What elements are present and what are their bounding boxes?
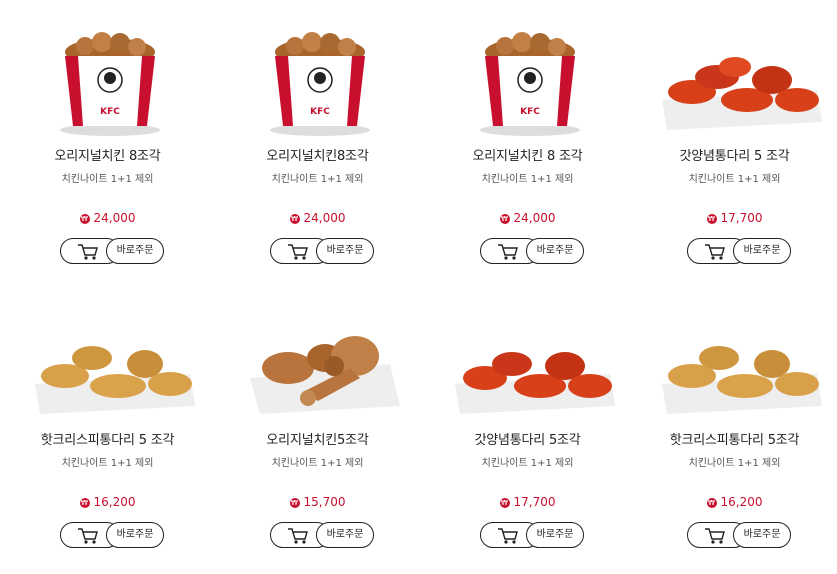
cart-icon	[78, 528, 98, 544]
order-now-button[interactable]: 바로주문	[316, 522, 374, 548]
product-note: 치킨나이트 1+1 제외	[481, 174, 574, 185]
product-price: ₩16,200	[79, 495, 136, 509]
order-now-button[interactable]: 바로주문	[106, 522, 164, 548]
product-name: 오리지널치킨8조각	[266, 149, 369, 164]
product-note: 치킨나이트 1+1 제외	[61, 174, 154, 185]
order-now-button[interactable]: 바로주문	[526, 238, 584, 264]
product-card[interactable]: 핫크리스피통다리 5조각 치킨나이트 1+1 제외 ₩16,200 바로주문	[632, 284, 837, 569]
won-icon: ₩	[79, 214, 90, 224]
svg-text:KFC: KFC	[520, 107, 540, 117]
cart-icon	[705, 244, 725, 260]
won-icon: ₩	[289, 214, 300, 224]
product-name: 오리지널치킨 8 조각	[472, 149, 583, 164]
product-name: 오리지널치킨 8조각	[54, 149, 161, 164]
cart-icon	[288, 528, 308, 544]
order-now-button[interactable]: 바로주문	[316, 238, 374, 264]
order-now-button[interactable]: 바로주문	[733, 522, 791, 548]
product-image[interactable]	[647, 22, 827, 140]
product-name: 핫크리스피통다리 5 조각	[40, 433, 175, 448]
svg-text:KFC: KFC	[310, 107, 330, 117]
won-icon: ₩	[706, 214, 717, 224]
product-name: 오리지널치킨5조각	[266, 433, 369, 448]
product-image[interactable]: KFC	[230, 22, 410, 140]
cart-icon	[288, 244, 308, 260]
product-note: 치킨나이트 1+1 제외	[271, 458, 364, 469]
cart-icon	[78, 244, 98, 260]
product-price: ₩24,000	[79, 211, 136, 225]
order-now-button[interactable]: 바로주문	[106, 238, 164, 264]
product-note: 치킨나이트 1+1 제외	[271, 174, 364, 185]
svg-text:KFC: KFC	[100, 107, 120, 117]
product-card[interactable]: 핫크리스피통다리 5 조각 치킨나이트 1+1 제외 ₩16,200 바로주문	[5, 284, 210, 569]
product-image[interactable]	[20, 306, 200, 424]
product-note: 치킨나이트 1+1 제외	[688, 458, 781, 469]
order-now-button[interactable]: 바로주문	[733, 238, 791, 264]
product-card[interactable]: KFC 오리지널치킨 8조각 치킨나이트 1+1 제외 ₩24,000 바로주문	[5, 0, 210, 285]
product-image[interactable]	[647, 306, 827, 424]
product-image[interactable]	[440, 306, 620, 424]
product-name: 핫크리스피통다리 5조각	[669, 433, 800, 448]
product-note: 치킨나이트 1+1 제외	[481, 458, 574, 469]
won-icon: ₩	[499, 214, 510, 224]
product-image[interactable]: KFC	[440, 22, 620, 140]
product-name: 갓양념통다리 5 조각	[679, 149, 790, 164]
product-image[interactable]: KFC	[20, 22, 200, 140]
product-price: ₩17,700	[499, 495, 556, 509]
product-card[interactable]: 오리지널치킨5조각 치킨나이트 1+1 제외 ₩15,700 바로주문	[215, 284, 420, 569]
product-price: ₩15,700	[289, 495, 346, 509]
product-price: ₩24,000	[289, 211, 346, 225]
product-name: 갓양념통다리 5조각	[474, 433, 581, 448]
cart-icon	[705, 528, 725, 544]
product-price: ₩17,700	[706, 211, 763, 225]
won-icon: ₩	[499, 498, 510, 508]
cart-icon	[498, 244, 518, 260]
cart-icon	[498, 528, 518, 544]
product-card[interactable]: KFC 오리지널치킨8조각 치킨나이트 1+1 제외 ₩24,000 바로주문	[215, 0, 420, 285]
product-price: ₩16,200	[706, 495, 763, 509]
product-grid: KFC 오리지널치킨 8조각 치킨나이트 1+1 제외 ₩24,000 바로주문	[0, 0, 837, 574]
product-card[interactable]: 갓양념통다리 5 조각 치킨나이트 1+1 제외 ₩17,700 바로주문	[632, 0, 837, 285]
product-note: 치킨나이트 1+1 제외	[61, 458, 154, 469]
won-icon: ₩	[289, 498, 300, 508]
product-card[interactable]: 갓양념통다리 5조각 치킨나이트 1+1 제외 ₩17,700 바로주문	[425, 284, 630, 569]
product-price: ₩24,000	[499, 211, 556, 225]
won-icon: ₩	[79, 498, 90, 508]
won-icon: ₩	[706, 498, 717, 508]
product-card[interactable]: KFC 오리지널치킨 8 조각 치킨나이트 1+1 제외 ₩24,000 바로주…	[425, 0, 630, 285]
product-image[interactable]	[230, 306, 410, 424]
order-now-button[interactable]: 바로주문	[526, 522, 584, 548]
product-note: 치킨나이트 1+1 제외	[688, 174, 781, 185]
